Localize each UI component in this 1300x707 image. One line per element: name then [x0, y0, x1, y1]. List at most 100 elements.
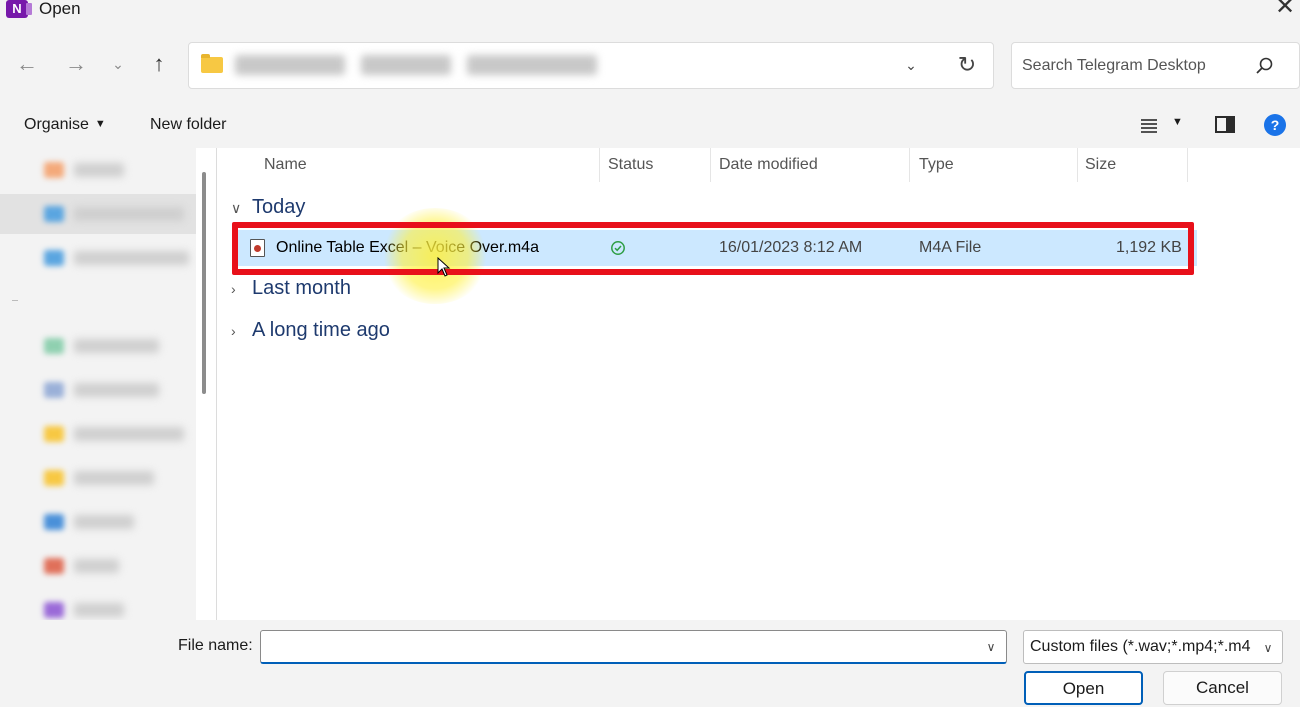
- address-history-dropdown[interactable]: ⌄: [899, 53, 923, 77]
- nav-pane-label: [74, 383, 159, 397]
- column-header-status[interactable]: Status: [608, 156, 653, 174]
- videos-icon: [44, 602, 64, 618]
- nav-pane-label: [74, 427, 184, 441]
- new-folder-label: New folder: [150, 116, 227, 133]
- column-header-type[interactable]: Type: [919, 156, 954, 174]
- nav-pane-item[interactable]: [0, 502, 196, 542]
- cloud-folder-icon: [44, 250, 64, 266]
- column-divider[interactable]: [710, 148, 711, 182]
- file-row[interactable]: Online Table Excel – Voice Over.m4a 16/0…: [232, 230, 1197, 266]
- nav-pane-item[interactable]: [0, 194, 196, 234]
- nav-pane-item[interactable]: [0, 458, 196, 498]
- file-type: M4A File: [919, 239, 982, 256]
- nav-pane-label: [74, 471, 154, 485]
- forward-button[interactable]: →: [62, 50, 90, 78]
- chevron-down-icon: ∨: [1263, 641, 1273, 655]
- recent-locations-button[interactable]: ⌄: [104, 50, 132, 78]
- synced-check-icon: [611, 241, 625, 255]
- nav-pane-label: [74, 207, 184, 221]
- column-divider[interactable]: [1077, 148, 1078, 182]
- caret-down-icon: ▼: [94, 118, 106, 130]
- pictures-icon: [44, 514, 64, 530]
- refresh-button[interactable]: ↻: [954, 51, 980, 79]
- breadcrumb-segment[interactable]: [235, 55, 345, 75]
- file-name-label: File name:: [178, 637, 253, 654]
- group-header-today[interactable]: ∨ Today: [231, 196, 305, 219]
- audio-file-icon: [250, 239, 265, 257]
- navigation-bar: ← → ⌄ ↑ ⌄ ↻: [0, 28, 1300, 104]
- column-header-size[interactable]: Size: [1085, 156, 1116, 174]
- nav-pane-scrollbar[interactable]: [202, 172, 206, 394]
- chevron-down-icon: ∨: [231, 200, 242, 216]
- breadcrumb: [235, 55, 675, 77]
- nav-pane-item[interactable]: [0, 150, 196, 190]
- view-options-icon[interactable]: [1138, 114, 1160, 136]
- divider: [12, 300, 18, 301]
- arrow-up-icon: ↑: [153, 51, 165, 76]
- nav-pane-item[interactable]: [0, 326, 196, 366]
- nav-pane-item[interactable]: [0, 370, 196, 410]
- close-button[interactable]: ✕: [1270, 0, 1300, 20]
- chevron-down-icon: ⌄: [112, 56, 124, 72]
- group-label: Today: [252, 196, 306, 218]
- new-folder-button[interactable]: New folder: [150, 116, 226, 134]
- onenote-app-icon: N: [6, 0, 32, 18]
- navigation-pane: [0, 148, 196, 620]
- group-header-last-month[interactable]: › Last month: [231, 277, 351, 300]
- nav-pane-label: [74, 251, 189, 265]
- breadcrumb-segment[interactable]: [467, 55, 597, 75]
- file-type-filter-value: Custom files (*.wav;*.mp4;*.m4: [1030, 638, 1251, 655]
- file-type-filter[interactable]: Custom files (*.wav;*.mp4;*.m4 ∨: [1023, 630, 1283, 664]
- column-divider[interactable]: [909, 148, 910, 182]
- arrow-right-icon: →: [65, 51, 87, 76]
- nav-pane-label: [74, 339, 159, 353]
- file-date-modified: 16/01/2023 8:12 AM: [719, 239, 863, 256]
- open-button[interactable]: Open: [1024, 671, 1143, 705]
- file-list: Name Status Date modified Type Size ∨ Tod…: [217, 148, 1300, 620]
- column-divider[interactable]: [1187, 148, 1188, 182]
- nav-pane-label: [74, 163, 124, 177]
- column-divider[interactable]: [599, 148, 600, 182]
- downloads-icon: [44, 338, 64, 354]
- file-name-input[interactable]: [267, 635, 967, 659]
- dialog-footer: File name: ∨ Custom files (*.wav;*.mp4;*…: [0, 620, 1300, 707]
- nav-pane-label: [74, 515, 134, 529]
- view-caret-icon[interactable]: ▼: [1172, 116, 1183, 128]
- up-button[interactable]: ↑: [145, 50, 173, 78]
- search-input[interactable]: [1022, 53, 1242, 79]
- nav-pane-item[interactable]: [0, 590, 196, 620]
- breadcrumb-segment[interactable]: [361, 55, 451, 75]
- folder-icon: [44, 470, 64, 486]
- search-box[interactable]: [1011, 42, 1300, 89]
- column-header-name[interactable]: Name: [264, 156, 307, 174]
- command-bar: Organise ▼ New folder ▼ ?: [0, 104, 1300, 148]
- window-title: Open: [39, 0, 81, 18]
- nav-pane-label: [74, 603, 124, 617]
- close-icon: ✕: [1274, 0, 1296, 20]
- home-icon: [44, 162, 64, 178]
- address-bar[interactable]: ⌄ ↻: [188, 42, 994, 89]
- title-bar: N Open ✕: [0, 0, 1300, 28]
- group-label: A long time ago: [252, 319, 390, 341]
- file-name: Online Table Excel – Voice Over.m4a: [276, 239, 539, 256]
- cancel-button[interactable]: Cancel: [1163, 671, 1282, 705]
- file-name-combobox[interactable]: ∨: [260, 630, 1007, 664]
- refresh-icon: ↻: [957, 52, 977, 77]
- back-button[interactable]: ←: [13, 50, 41, 78]
- search-icon[interactable]: [1252, 53, 1278, 79]
- chevron-right-icon: ›: [231, 281, 236, 297]
- group-label: Last month: [252, 277, 351, 299]
- music-icon: [44, 558, 64, 574]
- nav-pane-item[interactable]: [0, 546, 196, 586]
- preview-pane-icon[interactable]: [1215, 116, 1235, 133]
- folder-icon: [44, 426, 64, 442]
- nav-pane-item[interactable]: [0, 414, 196, 454]
- help-icon[interactable]: ?: [1264, 114, 1286, 136]
- nav-pane-item[interactable]: [0, 238, 196, 278]
- file-size: 1,192 KB: [1116, 239, 1182, 256]
- chevron-down-icon: ⌄: [905, 57, 917, 73]
- chevron-down-icon[interactable]: ∨: [980, 635, 1002, 659]
- column-header-date-modified[interactable]: Date modified: [719, 156, 818, 174]
- group-header-long-ago[interactable]: › A long time ago: [231, 319, 390, 342]
- organise-menu[interactable]: Organise ▼: [24, 116, 106, 134]
